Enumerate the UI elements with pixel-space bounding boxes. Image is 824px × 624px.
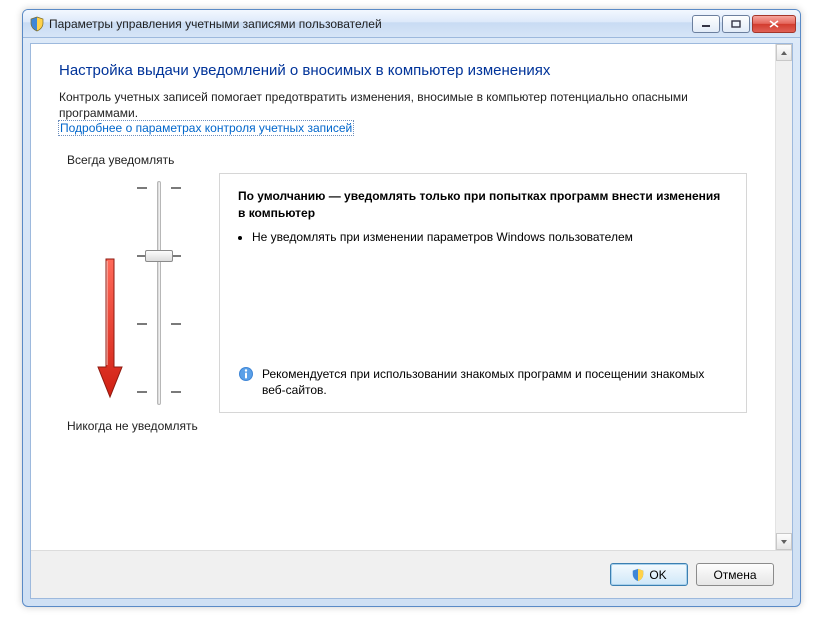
slider-tick <box>171 187 181 189</box>
uac-slider-thumb[interactable] <box>145 250 173 262</box>
slider-tick <box>137 391 147 393</box>
description-box: По умолчанию — уведомлять только при поп… <box>219 173 747 413</box>
shield-icon <box>631 568 645 582</box>
dialog-footer: OK Отмена <box>31 550 792 598</box>
recommendation-text: Рекомендуется при использовании знакомых… <box>262 366 728 398</box>
chevron-up-icon <box>780 50 788 56</box>
scroll-down-button[interactable] <box>776 533 792 550</box>
minimize-icon <box>701 20 711 28</box>
vertical-scrollbar[interactable] <box>775 44 792 550</box>
maximize-button[interactable] <box>722 15 750 33</box>
info-icon <box>238 366 254 382</box>
close-button[interactable] <box>752 15 796 33</box>
titlebar[interactable]: Параметры управления учетными записями п… <box>23 10 800 38</box>
window-controls <box>692 15 796 33</box>
intro-text: Контроль учетных записей помогает предот… <box>59 89 747 121</box>
client-area: Настройка выдачи уведомлений о вносимых … <box>30 43 793 599</box>
cancel-button[interactable]: Отмена <box>696 563 774 586</box>
cancel-button-label: Отмена <box>713 568 756 582</box>
ok-button-label: OK <box>649 568 666 582</box>
slider-tick <box>171 391 181 393</box>
arrow-down-icon <box>95 257 125 407</box>
minimize-button[interactable] <box>692 15 720 33</box>
scroll-up-button[interactable] <box>776 44 792 61</box>
maximize-icon <box>731 20 741 28</box>
uac-settings-window: Параметры управления учетными записями п… <box>22 9 801 607</box>
slider-top-label: Всегда уведомлять <box>67 153 747 167</box>
shield-icon <box>29 16 45 32</box>
content-pane: Настройка выдачи уведомлений о вносимых … <box>31 44 775 550</box>
recommendation-row: Рекомендуется при использовании знакомых… <box>238 366 728 398</box>
slider-tick <box>137 187 147 189</box>
slider-column <box>59 173 219 413</box>
description-list: Не уведомлять при изменении параметров W… <box>252 229 728 245</box>
close-icon <box>768 19 780 29</box>
slider-bottom-label: Никогда не уведомлять <box>67 419 747 433</box>
window-title: Параметры управления учетными записями п… <box>49 17 692 31</box>
learn-more-link[interactable]: Подробнее о параметрах контроля учетных … <box>59 121 353 135</box>
chevron-down-icon <box>780 539 788 545</box>
uac-slider-track[interactable] <box>157 181 161 405</box>
ok-button[interactable]: OK <box>610 563 688 586</box>
page-heading: Настройка выдачи уведомлений о вносимых … <box>59 62 747 79</box>
description-item: Не уведомлять при изменении параметров W… <box>252 229 728 245</box>
description-title: По умолчанию — уведомлять только при поп… <box>238 188 728 220</box>
slider-tick <box>171 323 181 325</box>
slider-tick <box>137 323 147 325</box>
